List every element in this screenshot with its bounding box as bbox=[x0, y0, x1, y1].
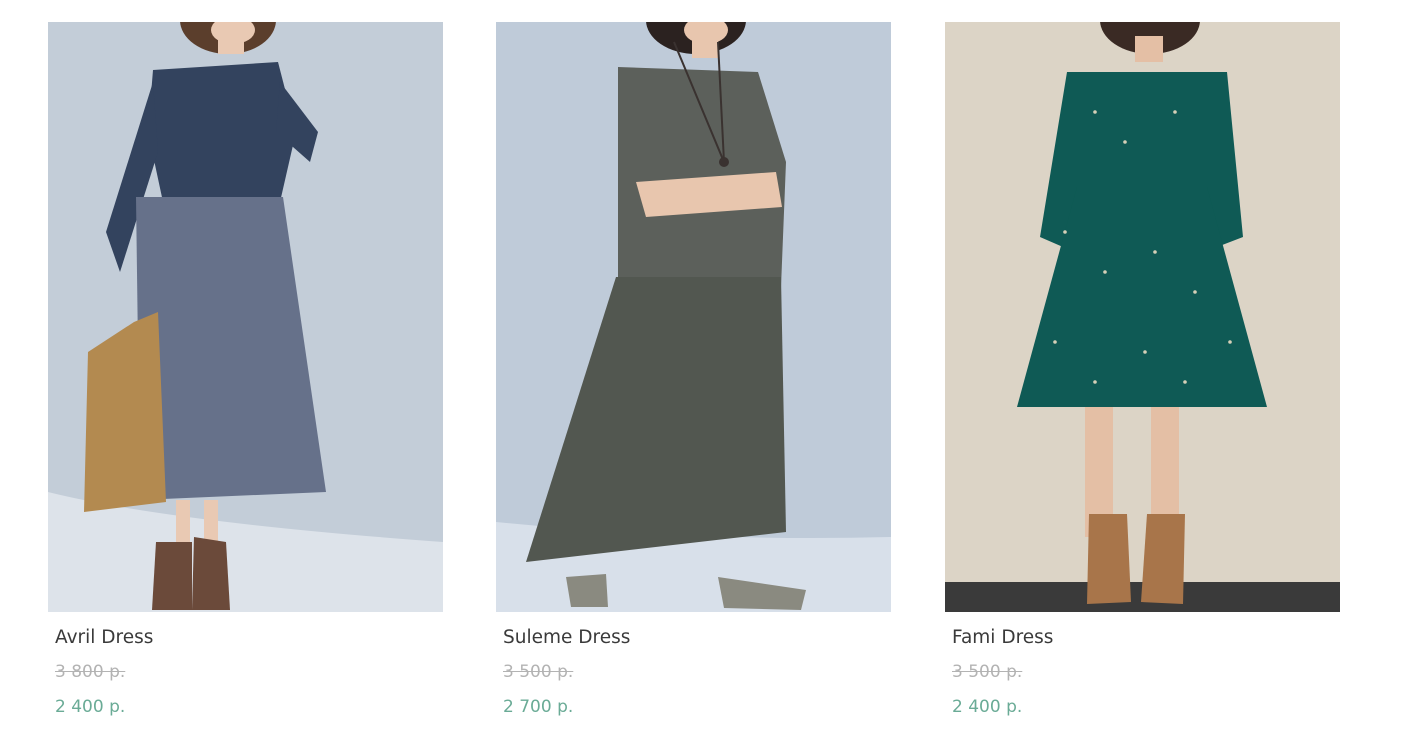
product-image[interactable] bbox=[496, 22, 891, 612]
old-price: 3 500 р. bbox=[952, 662, 1023, 682]
sale-price: 2 400 р. bbox=[952, 697, 1023, 717]
product-card[interactable]: Fami Dress 3 500 р. 2 400 р. bbox=[945, 22, 1340, 718]
old-price: 3 500 р. bbox=[503, 662, 574, 682]
product-card[interactable]: Avril Dress 3 800 р. 2 400 р. bbox=[48, 22, 443, 718]
product-title[interactable]: Fami Dress bbox=[952, 626, 1340, 650]
old-price: 3 800 р. bbox=[55, 662, 126, 682]
product-title[interactable]: Avril Dress bbox=[55, 626, 443, 650]
product-title[interactable]: Suleme Dress bbox=[503, 626, 891, 650]
dress-photo-illustration bbox=[48, 22, 443, 612]
dress-photo-illustration bbox=[945, 22, 1340, 612]
product-image[interactable] bbox=[945, 22, 1340, 612]
product-card[interactable]: Suleme Dress 3 500 р. 2 700 р. bbox=[496, 22, 891, 718]
product-image[interactable] bbox=[48, 22, 443, 612]
sale-price: 2 700 р. bbox=[503, 697, 574, 717]
dress-photo-illustration bbox=[496, 22, 891, 612]
sale-price: 2 400 р. bbox=[55, 697, 126, 717]
